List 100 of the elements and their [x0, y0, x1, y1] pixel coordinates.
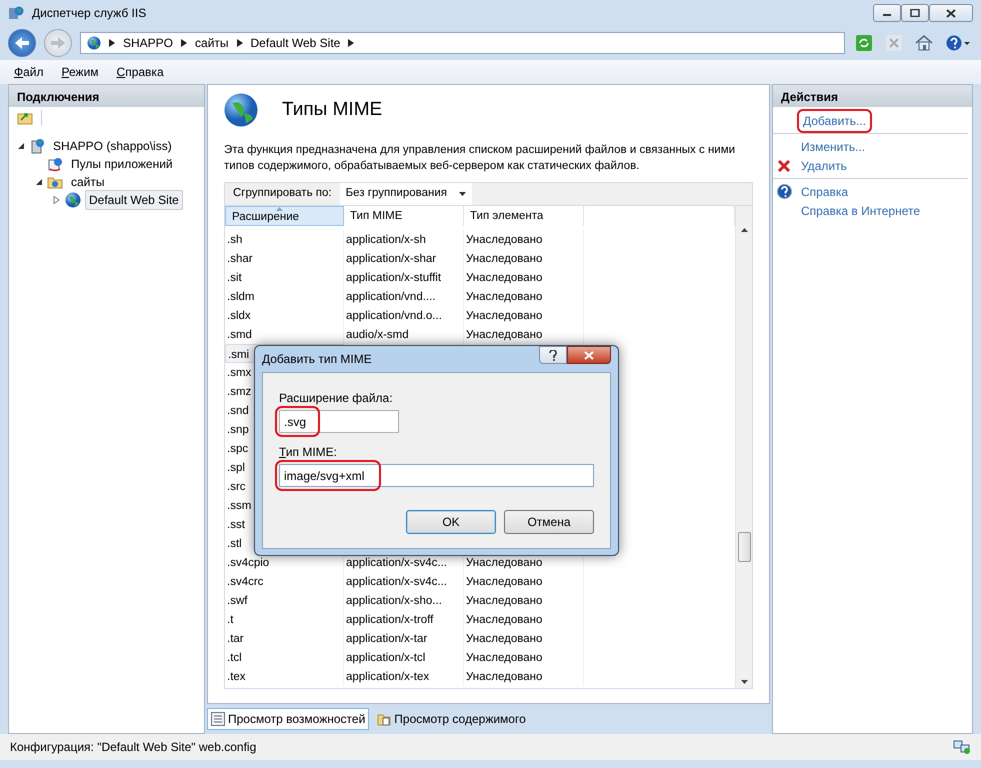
scrollbar[interactable]: [735, 206, 752, 688]
close-button[interactable]: [567, 346, 611, 364]
breadcrumb-item[interactable]: сайты: [195, 34, 229, 52]
minimize-button[interactable]: [873, 4, 901, 22]
menu-item[interactable]: Режим: [62, 63, 99, 81]
panel-header: Действия: [773, 85, 972, 107]
close-button[interactable]: [929, 4, 973, 22]
help-icon: [777, 184, 792, 199]
action-link[interactable]: Справка: [797, 182, 852, 202]
table-cell[interactable]: .sldx: [225, 306, 344, 326]
feature-description: Эта функция предназначена для управления списком расширений файлов и связанных с ними типов содержимого, обрабатываемых веб-сервером как статических файлов.: [224, 143, 736, 174]
refresh-button[interactable]: [853, 32, 875, 54]
table-cell[interactable]: .sit: [225, 268, 344, 288]
sort-arrow-icon: [276, 207, 283, 212]
delete-icon: [777, 158, 791, 172]
help-icon: [549, 350, 557, 360]
input-field[interactable]: .svg: [279, 410, 399, 433]
app-pools-icon: [47, 156, 63, 172]
address-bar[interactable]: SHAPPO сайты Default Web Site: [80, 32, 845, 54]
network-status-icon: [953, 740, 971, 754]
content-view-icon: [377, 712, 392, 726]
table-cell: Унаследовано: [464, 667, 584, 686]
table-cell[interactable]: .shar: [225, 249, 344, 268]
tree-item[interactable]: сайты: [67, 172, 108, 192]
breadcrumb-item[interactable]: Default Web Site: [250, 34, 340, 52]
connect-icon[interactable]: [17, 111, 33, 125]
table-cell: application/vnd....: [344, 287, 464, 306]
table-cell: application/x-tcl: [344, 648, 464, 668]
table-cell[interactable]: .tar: [225, 629, 344, 648]
action-link[interactable]: Удалить: [797, 156, 851, 176]
tree-item[interactable]: SHAPPO (shappo\iss): [49, 136, 176, 156]
table-cell: Унаследовано: [464, 249, 584, 268]
dialog-title: Добавить тип MIME: [262, 351, 372, 368]
table-cell: Унаследовано: [464, 610, 584, 630]
table-cell[interactable]: .swf: [225, 591, 344, 610]
table-cell: Унаследовано: [464, 591, 584, 610]
table-cell: audio/x-smd: [344, 325, 464, 344]
globe-icon: [224, 93, 258, 127]
status-text: Конфигурация: "Default Web Site" web.config: [10, 739, 256, 756]
back-arrow-icon: [15, 37, 29, 49]
input-field[interactable]: image/svg+xml: [279, 464, 594, 487]
table-cell: Унаследовано: [464, 268, 584, 288]
globe-icon: [65, 192, 81, 208]
help-icon: [946, 35, 970, 51]
panel-header: Подключения: [9, 85, 204, 107]
breadcrumb-arrow-icon: [348, 39, 354, 47]
feature-title: Типы MIME: [282, 98, 382, 122]
table-cell[interactable]: .sh: [225, 230, 344, 250]
field-label: Расширение файла:: [279, 390, 394, 407]
table-cell: application/x-tar: [344, 629, 464, 648]
table-cell: application/x-sh: [344, 230, 464, 250]
table-cell[interactable]: .t: [225, 610, 344, 630]
breadcrumb-arrow-icon: [181, 39, 188, 47]
action-link[interactable]: Справка в Интернете: [797, 200, 924, 220]
expand-arrow-icon[interactable]: [53, 196, 61, 204]
table-cell: Унаследовано: [464, 230, 584, 250]
table-cell[interactable]: .sldm: [225, 287, 344, 306]
breadcrumb-item[interactable]: SHAPPO: [123, 34, 174, 52]
table-cell: application/x-stuffit: [344, 268, 464, 288]
tree-item[interactable]: Default Web Site: [85, 190, 183, 210]
group-by-label: Сгруппировать по:: [233, 186, 332, 202]
collapse-arrow-icon[interactable]: [17, 142, 25, 150]
table-cell: application/vnd.o...: [344, 306, 464, 326]
table-cell: Унаследовано: [464, 306, 584, 326]
column-header[interactable]: Расширение: [225, 206, 344, 226]
menu-item[interactable]: Файл: [14, 63, 44, 81]
view-tab[interactable]: Просмотр возможностей: [207, 708, 370, 730]
table-cell: application/x-sho...: [344, 591, 464, 610]
stop-icon: [886, 35, 902, 51]
dialog-button[interactable]: OK: [406, 510, 496, 534]
table-cell: Унаследовано: [464, 629, 584, 648]
view-tab[interactable]: Просмотр содержимого: [373, 708, 530, 730]
scroll-down-icon[interactable]: [740, 680, 748, 684]
table-cell[interactable]: .tcl: [225, 648, 344, 668]
window-title: Диспетчер служб IIS: [32, 5, 148, 22]
scroll-up-icon[interactable]: [740, 228, 748, 232]
back-button[interactable]: [8, 29, 36, 57]
dropdown-value: Без группирования: [346, 186, 448, 202]
globe-icon: [87, 36, 101, 50]
scroll-thumb[interactable]: [738, 532, 751, 562]
home-icon: [915, 35, 933, 51]
dialog-button[interactable]: Отмена: [504, 510, 594, 534]
action-link[interactable]: Добавить...: [797, 108, 872, 132]
menu-item[interactable]: Справка: [116, 63, 164, 81]
features-view-icon: [211, 712, 225, 726]
table-cell: application/x-shar: [344, 249, 464, 268]
help-button[interactable]: [539, 346, 567, 364]
table-cell: Унаследовано: [464, 648, 584, 668]
collapse-arrow-icon[interactable]: [35, 178, 43, 186]
refresh-icon: [856, 35, 872, 51]
table-cell[interactable]: .sv4crc: [225, 572, 344, 592]
group-by-dropdown[interactable]: Без группирования: [340, 183, 472, 206]
action-link[interactable]: Изменить...: [797, 136, 870, 156]
table-cell: Унаследовано: [464, 325, 584, 344]
maximize-button[interactable]: [901, 4, 929, 22]
tree-item[interactable]: Пулы приложений: [67, 154, 177, 174]
table-cell: Унаследовано: [464, 287, 584, 306]
app-icon: [8, 5, 24, 21]
table-cell: Унаследовано: [464, 572, 584, 592]
table-cell[interactable]: .tex: [225, 667, 344, 686]
